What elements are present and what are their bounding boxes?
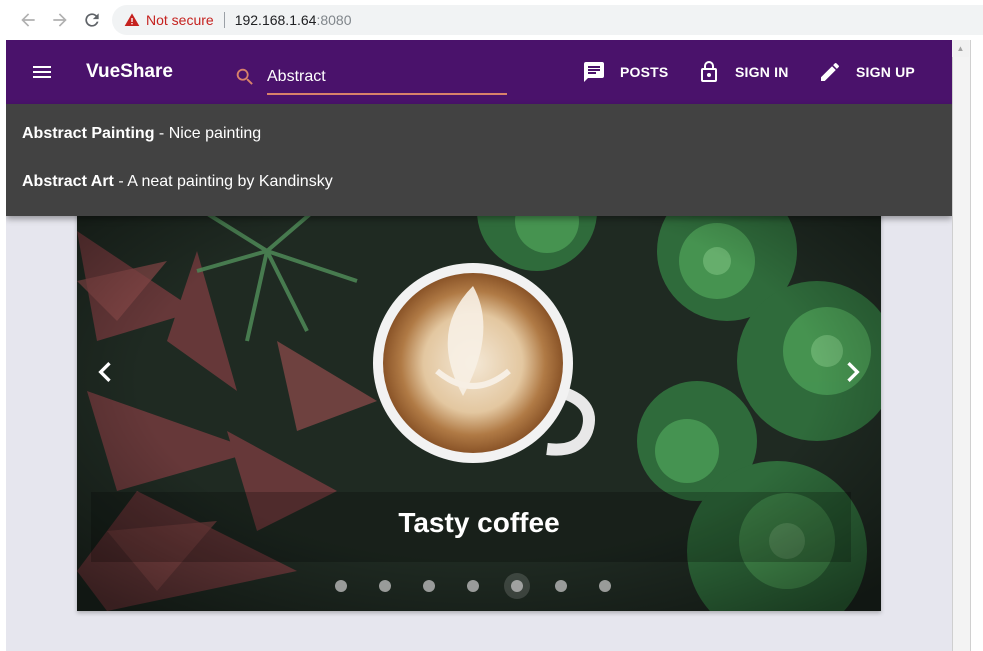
result-title: Abstract Art bbox=[22, 173, 114, 190]
arrow-left-icon bbox=[21, 13, 35, 27]
posts-label: POSTS bbox=[620, 64, 669, 80]
search-underline bbox=[267, 93, 507, 95]
carousel-next-button[interactable] bbox=[833, 352, 873, 392]
security-status[interactable]: Not secure bbox=[146, 12, 214, 28]
sign-up-button[interactable]: SIGN UP bbox=[818, 60, 915, 84]
result-description: - A neat painting by Kandinsky bbox=[113, 173, 333, 190]
search-icon bbox=[236, 68, 253, 85]
arrow-right-icon bbox=[53, 13, 67, 27]
lock-icon bbox=[701, 61, 717, 82]
carousel-indicator-dot[interactable] bbox=[511, 580, 523, 592]
carousel-indicator-dot[interactable] bbox=[599, 580, 611, 592]
browser-toolbar: Not secure 192.168.1.64:8080 bbox=[0, 0, 983, 41]
sign-in-button[interactable]: SIGN IN bbox=[697, 60, 789, 84]
carousel-indicator-dot[interactable] bbox=[423, 580, 435, 592]
pencil-icon bbox=[821, 62, 839, 81]
search-result-item[interactable]: Abstract Painting - Nice painting bbox=[22, 125, 261, 149]
image-carousel: Tasty coffee bbox=[77, 191, 881, 611]
carousel-indicators bbox=[77, 571, 881, 601]
brand-title[interactable]: VueShare bbox=[86, 61, 173, 83]
posts-button[interactable]: POSTS bbox=[582, 60, 668, 84]
search-result-item[interactable]: Abstract Art - A neat painting by Kandin… bbox=[22, 173, 333, 197]
hamburger-icon bbox=[33, 66, 51, 78]
search-input[interactable] bbox=[267, 64, 507, 90]
sign-in-label: SIGN IN bbox=[735, 64, 789, 80]
carousel-indicator-dot[interactable] bbox=[379, 580, 391, 592]
carousel-prev-button[interactable] bbox=[85, 352, 125, 392]
reload-icon bbox=[85, 13, 99, 27]
carousel-indicator-dot[interactable] bbox=[467, 580, 479, 592]
address-bar[interactable]: Not secure 192.168.1.64:8080 bbox=[112, 5, 983, 35]
address-separator bbox=[223, 12, 225, 28]
url-text[interactable]: 192.168.1.64:8080 bbox=[235, 12, 352, 28]
chevron-right-icon bbox=[847, 362, 860, 382]
menu-button[interactable] bbox=[30, 60, 54, 84]
message-icon bbox=[584, 62, 604, 82]
back-button[interactable] bbox=[18, 10, 38, 30]
url-host: 192.168.1.64 bbox=[234, 12, 317, 28]
app-toolbar: VueShare POSTS SIGN IN SIGN UP bbox=[6, 40, 952, 104]
result-description: - Nice painting bbox=[154, 125, 262, 142]
chevron-left-icon bbox=[98, 362, 111, 382]
warning-icon bbox=[124, 13, 140, 26]
carousel-indicator-dot[interactable] bbox=[335, 580, 347, 592]
carousel-indicator-dot[interactable] bbox=[555, 580, 567, 592]
search-results-dropdown: Abstract Painting - Nice painting Abstra… bbox=[6, 104, 952, 216]
devtools-panel bbox=[970, 40, 983, 651]
scrollbar-up-arrow[interactable]: ▲ bbox=[952, 40, 969, 57]
result-title: Abstract Painting bbox=[22, 125, 155, 142]
devtools-right-edge bbox=[952, 40, 983, 651]
forward-button[interactable] bbox=[50, 10, 70, 30]
reload-button[interactable] bbox=[82, 10, 102, 30]
search-box bbox=[234, 58, 508, 95]
url-port: :8080 bbox=[316, 12, 352, 28]
app-page: VueShare POSTS SIGN IN SIGN UP Abstract … bbox=[6, 40, 952, 651]
slide-caption: Tasty coffee bbox=[398, 507, 560, 538]
sign-up-label: SIGN UP bbox=[856, 64, 915, 80]
